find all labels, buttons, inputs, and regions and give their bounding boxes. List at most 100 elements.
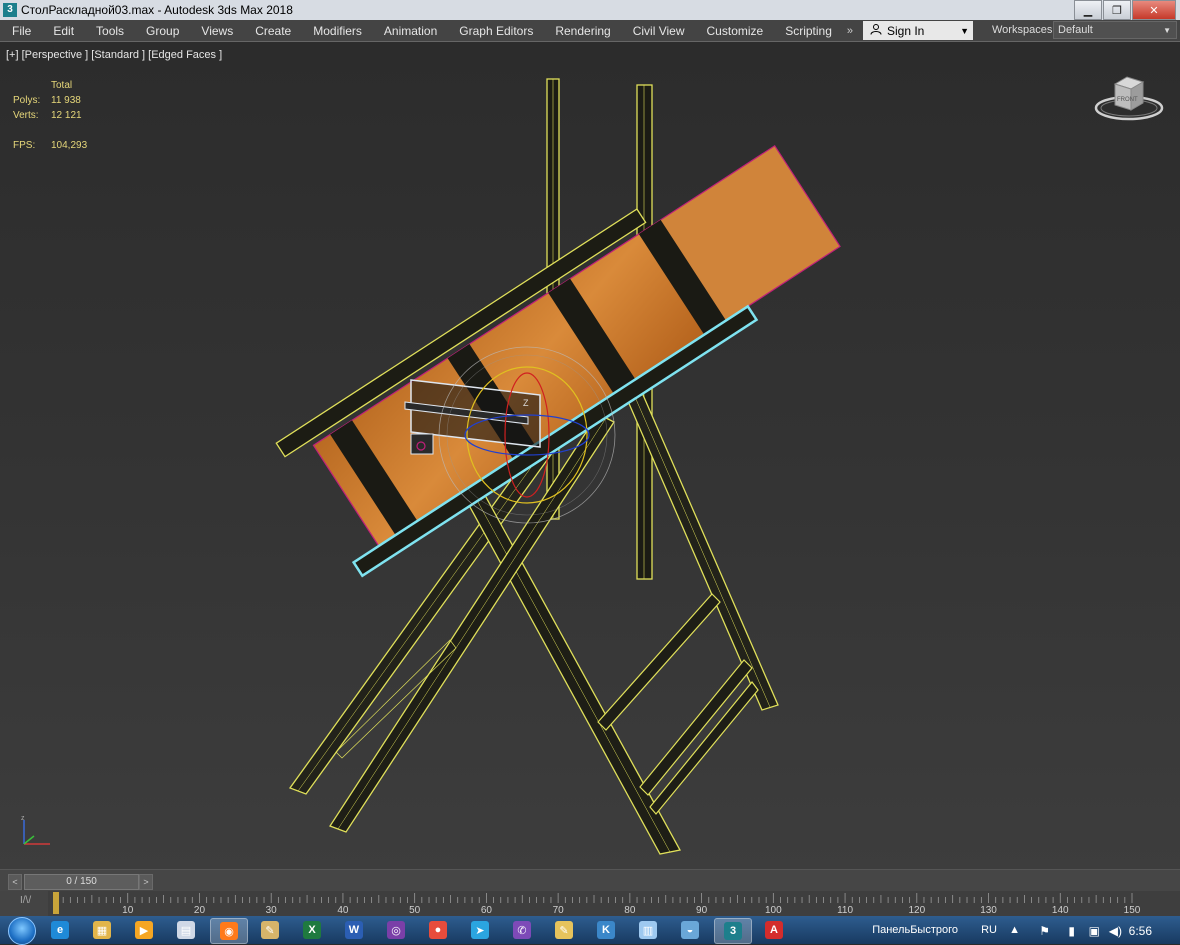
ruler-tick-label: 60 — [481, 905, 493, 916]
menu-file[interactable]: File — [0, 24, 42, 38]
taskbar-app-calculator[interactable]: ▤ — [168, 918, 204, 942]
viber-icon: ✆ — [513, 921, 531, 939]
minimize-button[interactable]: ▁ — [1074, 0, 1102, 20]
current-frame-marker[interactable] — [53, 892, 59, 914]
gizmo-z-label: Z — [523, 398, 529, 408]
chrome-icon: ● — [429, 921, 447, 939]
fps-value: 104,293 — [51, 140, 88, 151]
volume-icon[interactable]: ◀) — [1109, 924, 1122, 938]
taskbar-app-excel[interactable]: X — [294, 918, 330, 942]
taskbar-app-disk[interactable]: ◒ — [672, 918, 708, 942]
word-icon: W — [345, 921, 363, 939]
ruler-tick-label: 20 — [194, 905, 206, 916]
tray-expand-icon[interactable]: ▲ — [1009, 924, 1020, 936]
chevron-down-icon: ▼ — [960, 25, 969, 36]
language-indicator[interactable]: RU — [981, 924, 997, 936]
menu-tools[interactable]: Tools — [85, 24, 135, 38]
tor-icon: ◎ — [387, 921, 405, 939]
ruler-tick-label: 130 — [980, 905, 997, 916]
menu-rendering[interactable]: Rendering — [544, 24, 621, 38]
ruler-tick-label: 150 — [1124, 905, 1141, 916]
taskbar-app-tor[interactable]: ◎ — [378, 918, 414, 942]
viewcube-front-label: FRONT — [1117, 97, 1138, 103]
minimize-icon: ▁ — [1083, 4, 1093, 17]
menu-views[interactable]: Views — [190, 24, 244, 38]
viewport-label-menu[interactable]: [+] [Perspective ] [Standard ] [Edged Fa… — [6, 49, 222, 61]
sign-in-label: Sign In — [887, 23, 925, 38]
calculator-icon: ▤ — [177, 921, 195, 939]
restore-icon: ❐ — [1112, 4, 1122, 17]
editor-icon: ✎ — [555, 921, 573, 939]
chevron-down-icon: ▼ — [1163, 25, 1171, 35]
time-slider-next-button[interactable]: > — [139, 874, 153, 890]
menu-group[interactable]: Group — [135, 24, 190, 38]
k-app-icon: K — [597, 921, 615, 939]
menu-civil-view[interactable]: Civil View — [622, 24, 696, 38]
excel-icon: X — [303, 921, 321, 939]
title-bar: 3 СтолРаскладной03.max - Autodesk 3ds Ma… — [0, 0, 1180, 20]
taskbar-app-k-app[interactable]: K — [588, 918, 624, 942]
scene-canvas[interactable]: Z — [0, 42, 1180, 870]
menu-create[interactable]: Create — [244, 24, 302, 38]
verts-value: 12 121 — [51, 110, 82, 121]
explorer-icon: ▦ — [93, 921, 111, 939]
menu-animation[interactable]: Animation — [373, 24, 448, 38]
menu-modifiers[interactable]: Modifiers — [302, 24, 373, 38]
flag-icon[interactable]: ⚑ — [1039, 924, 1050, 938]
tabletop-board[interactable] — [275, 127, 848, 578]
menu-graph-editors[interactable]: Graph Editors — [448, 24, 544, 38]
taskbar-app-files[interactable]: ▥ — [630, 918, 666, 942]
workspaces-label: Workspaces: — [992, 24, 1056, 36]
taskbar-app-viber[interactable]: ✆ — [504, 918, 540, 942]
telegram-icon: ➤ — [471, 921, 489, 939]
clock[interactable]: 6:56 — [1129, 924, 1152, 938]
track-bar[interactable]: 10 20 30 40 50 60 70 80 90 100 110 120 130 140 150 I/\… — [0, 891, 1180, 916]
viewcube[interactable]: FRONT — [1093, 74, 1165, 126]
windows-taskbar: e ▦ ▶ ▤ ◉ ✎ X W ◎ ● ➤ ✆ ✎ K ▥ ◒ 3 A ПанельБыстрого RU ▲ ⚑… — [0, 916, 1180, 945]
disk-icon: ◒ — [681, 921, 699, 939]
workspaces-value: Default — [1058, 24, 1093, 36]
fps-label: FPS: — [13, 140, 36, 151]
3dsmax-app-icon[interactable]: 3 — [3, 3, 17, 17]
taskbar-app-editor[interactable]: ✎ — [546, 918, 582, 942]
menu-scripting[interactable]: Scripting — [774, 24, 843, 38]
track-bar-toggle[interactable]: I/\/ — [0, 891, 48, 916]
time-slider-handle[interactable]: 0 / 150 — [24, 874, 139, 890]
sign-in-dropdown[interactable]: Sign In ▼ — [863, 21, 973, 40]
ruler-tick-label: 40 — [337, 905, 349, 916]
taskbar-app-telegram[interactable]: ➤ — [462, 918, 498, 942]
start-button[interactable] — [8, 917, 36, 945]
taskbar-app-autocad[interactable]: A — [756, 918, 792, 942]
taskbar-app-media-player[interactable]: ▶ — [126, 918, 162, 942]
menu-customize[interactable]: Customize — [696, 24, 775, 38]
taskbar-app-ie[interactable]: e — [42, 918, 78, 942]
user-icon — [869, 23, 883, 38]
track-bar-ruler[interactable]: 10 20 30 40 50 60 70 80 90 100 110 120 130 140 150 — [0, 891, 1180, 916]
ie-icon: e — [51, 921, 69, 939]
network-icon[interactable]: ▣ — [1089, 924, 1100, 938]
stats-header: Total — [51, 80, 73, 91]
taskbar-app-chrome[interactable]: ● — [420, 918, 456, 942]
taskbar-app-firefox[interactable]: ◉ — [210, 918, 248, 944]
time-slider-bar: < 0 / 150 > — [0, 869, 1180, 892]
ruler-tick-label: 10 — [122, 905, 134, 916]
battery-icon[interactable]: ▮ — [1068, 924, 1075, 938]
taskbar-app-3dsmax[interactable]: 3 — [714, 918, 752, 944]
workspaces-select[interactable]: Default ▼ — [1053, 21, 1177, 39]
autocad-icon: A — [765, 921, 783, 939]
menu-edit[interactable]: Edit — [42, 24, 85, 38]
restore-button[interactable]: ❐ — [1103, 0, 1131, 20]
ruler-tick-label: 50 — [409, 905, 421, 916]
perspective-viewport[interactable]: Z [+] [Perspective ] [Standard ] [Edged … — [0, 41, 1180, 870]
taskbar-app-word[interactable]: W — [336, 918, 372, 942]
close-icon: ✕ — [1149, 4, 1159, 17]
menu-overflow-button[interactable]: » — [847, 25, 853, 37]
ruler-tick-label: 80 — [624, 905, 636, 916]
ruler-tick-label: 30 — [266, 905, 278, 916]
time-slider-prev-button[interactable]: < — [8, 874, 22, 890]
taskbar-app-explorer[interactable]: ▦ — [84, 918, 120, 942]
close-button[interactable]: ✕ — [1132, 0, 1176, 20]
axis-tripod-icon: z — [21, 815, 50, 845]
taskbar-app-notes[interactable]: ✎ — [252, 918, 288, 942]
quick-launch-toolbar-label[interactable]: ПанельБыстрого — [872, 924, 958, 936]
